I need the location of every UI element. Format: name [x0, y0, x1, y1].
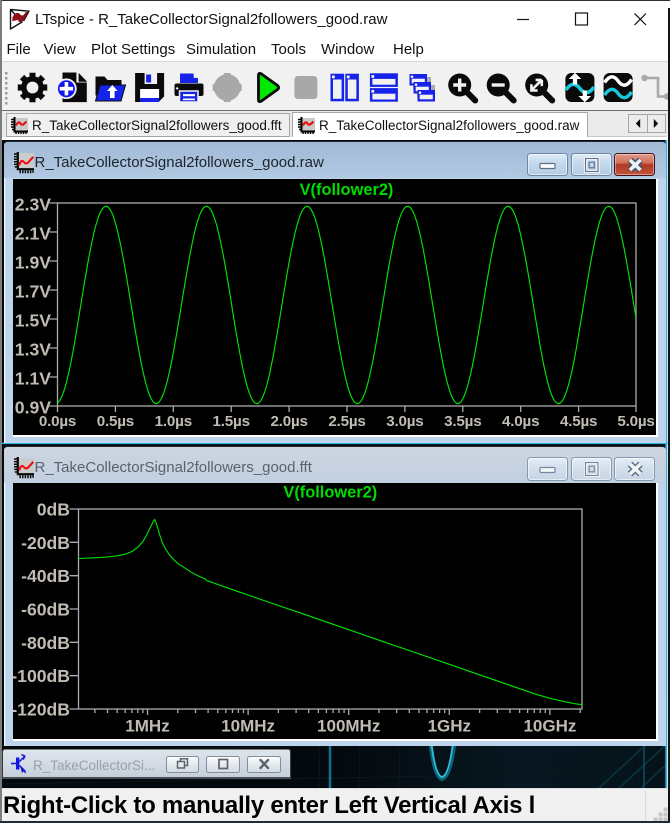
svg-text:2.0µs: 2.0µs — [270, 413, 307, 430]
svg-text:1MHz: 1MHz — [125, 716, 169, 735]
svg-text:-20dB: -20dB — [21, 532, 70, 552]
svg-text:-60dB: -60dB — [21, 599, 70, 619]
svg-text:1.0µs: 1.0µs — [154, 413, 191, 430]
svg-text:1.7V: 1.7V — [14, 282, 50, 302]
svg-text:-40dB: -40dB — [21, 566, 70, 586]
svg-text:0dB: 0dB — [36, 499, 69, 519]
svg-text:-100dB: -100dB — [13, 666, 70, 686]
svg-text:3.0µs: 3.0µs — [386, 413, 423, 430]
svg-text:0.0µs: 0.0µs — [38, 413, 75, 430]
svg-text:4.0µs: 4.0µs — [502, 413, 539, 430]
svg-text:4.5µs: 4.5µs — [559, 413, 596, 430]
svg-text:10GHz: 10GHz — [523, 716, 576, 735]
svg-text:1.9V: 1.9V — [14, 253, 50, 273]
svg-text:100MHz: 100MHz — [317, 716, 380, 735]
svg-text:V(follower2): V(follower2) — [283, 483, 377, 501]
svg-text:3.5µs: 3.5µs — [444, 413, 481, 430]
svg-text:V(follower2): V(follower2) — [299, 181, 393, 199]
svg-text:10MHz: 10MHz — [221, 716, 275, 735]
svg-text:2.5µs: 2.5µs — [328, 413, 365, 430]
svg-text:5.0µs: 5.0µs — [617, 413, 654, 430]
svg-text:1.5V: 1.5V — [14, 311, 50, 331]
svg-text:1.1V: 1.1V — [14, 369, 50, 389]
svg-text:-120dB: -120dB — [13, 699, 70, 719]
svg-text:2.1V: 2.1V — [14, 224, 50, 244]
svg-text:1.5µs: 1.5µs — [212, 413, 249, 430]
svg-text:1.3V: 1.3V — [14, 340, 50, 360]
svg-text:-80dB: -80dB — [21, 632, 70, 652]
svg-text:2.3V: 2.3V — [14, 195, 50, 215]
svg-text:1GHz: 1GHz — [427, 716, 470, 735]
svg-text:0.5µs: 0.5µs — [96, 413, 133, 430]
